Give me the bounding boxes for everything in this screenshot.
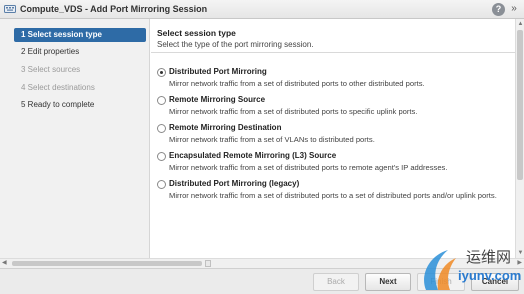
page-title: Select session type — [157, 28, 236, 38]
option-distributed-port-mirroring-legacy[interactable]: Distributed Port Mirroring (legacy) Mirr… — [157, 179, 507, 215]
scroll-right-icon[interactable]: ▶ — [514, 259, 522, 268]
cancel-button[interactable]: Cancel — [471, 273, 519, 291]
option-encapsulated-remote-mirroring[interactable]: Encapsulated Remote Mirroring (L3) Sourc… — [157, 151, 507, 175]
option-label[interactable]: Remote Mirroring Destination — [169, 123, 281, 132]
finish-button[interactable]: Finish — [417, 273, 465, 291]
option-description: Mirror network traffic from a set of VLA… — [169, 135, 375, 144]
vertical-scroll-thumb[interactable] — [517, 30, 523, 180]
wizard-steps-sidebar: 1 Select session type 2 Edit properties … — [0, 19, 150, 268]
radio-distributed-port-mirroring-legacy[interactable] — [157, 180, 166, 189]
radio-remote-mirroring-source[interactable] — [157, 96, 166, 105]
step-ready-to-complete[interactable]: 5 Ready to complete — [14, 98, 146, 112]
window-title: Compute_VDS - Add Port Mirroring Session — [20, 4, 208, 14]
step-select-destinations: 4 Select destinations — [21, 83, 95, 92]
radio-remote-mirroring-destination[interactable] — [157, 124, 166, 133]
scroll-down-icon[interactable]: ▼ — [516, 249, 524, 257]
scroll-left-icon[interactable]: ◀ — [2, 259, 10, 268]
step-select-session-type[interactable]: 1 Select session type — [14, 28, 146, 42]
option-description: Mirror network traffic from a set of dis… — [169, 79, 425, 88]
option-label[interactable]: Remote Mirroring Source — [169, 95, 265, 104]
next-button[interactable]: Next — [365, 273, 411, 291]
radio-encapsulated-remote-mirroring[interactable] — [157, 152, 166, 161]
back-button[interactable]: Back — [313, 273, 359, 291]
option-remote-mirroring-source[interactable]: Remote Mirroring Source Mirror network t… — [157, 95, 507, 119]
distributed-switch-icon — [4, 3, 16, 15]
window-titlebar: Compute_VDS - Add Port Mirroring Session… — [0, 0, 524, 19]
option-remote-mirroring-destination[interactable]: Remote Mirroring Destination Mirror netw… — [157, 123, 507, 147]
option-label[interactable]: Distributed Port Mirroring — [169, 67, 267, 76]
vertical-scrollbar[interactable]: ▲ ▼ — [515, 19, 524, 258]
page-subtitle: Select the type of the port mirroring se… — [157, 40, 314, 49]
option-distributed-port-mirroring[interactable]: Distributed Port Mirroring Mirror networ… — [157, 67, 507, 91]
divider — [151, 52, 515, 53]
scroll-grip-icon[interactable] — [205, 260, 211, 267]
wizard-footer: Back Next Finish Cancel — [0, 268, 524, 294]
expand-icon[interactable]: » — [508, 3, 520, 15]
radio-distributed-port-mirroring[interactable] — [157, 68, 166, 77]
option-description: Mirror network traffic from a set of dis… — [169, 107, 418, 116]
step-edit-properties[interactable]: 2 Edit properties — [14, 45, 146, 59]
option-label[interactable]: Encapsulated Remote Mirroring (L3) Sourc… — [169, 151, 336, 160]
horizontal-scroll-thumb[interactable] — [12, 261, 202, 266]
step-select-sources: 3 Select sources — [21, 65, 81, 74]
horizontal-scrollbar[interactable]: ◀ ▶ — [0, 258, 524, 268]
help-icon[interactable]: ? — [492, 3, 505, 16]
scroll-up-icon[interactable]: ▲ — [516, 20, 524, 28]
main-content: Select session type Select the type of t… — [151, 19, 515, 258]
option-description: Mirror network traffic from a set of dis… — [169, 163, 448, 172]
option-description: Mirror network traffic from a set of dis… — [169, 191, 497, 200]
option-label[interactable]: Distributed Port Mirroring (legacy) — [169, 179, 299, 188]
